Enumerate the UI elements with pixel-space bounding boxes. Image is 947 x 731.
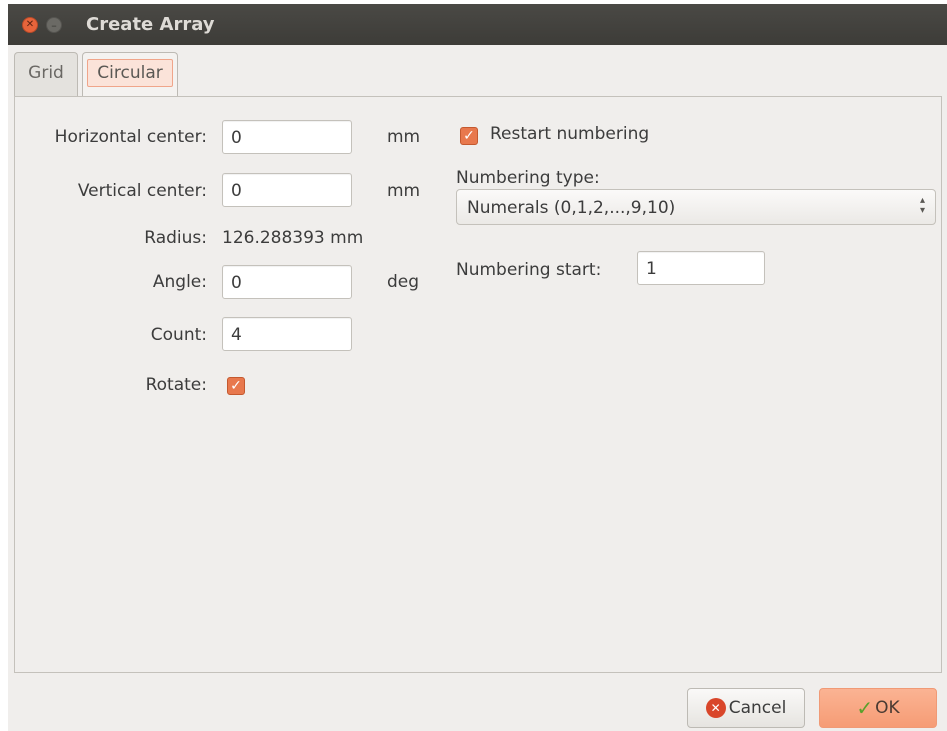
count-label: Count: <box>150 325 207 345</box>
close-icon[interactable]: ✕ <box>22 17 38 33</box>
cancel-button[interactable]: ✕ Cancel <box>687 688 805 728</box>
vertical-center-unit: mm <box>387 181 421 201</box>
create-array-dialog: ✕ – Create Array Grid Circular Horizonta… <box>8 4 947 731</box>
horizontal-center-unit: mm <box>387 127 421 147</box>
tab-circular[interactable]: Circular <box>82 52 178 99</box>
cancel-button-label: Cancel <box>728 698 787 718</box>
tab-grid[interactable]: Grid <box>14 52 78 96</box>
restart-numbering-checkbox[interactable]: ✓ <box>460 127 478 145</box>
tab-grid-label: Grid <box>28 63 64 83</box>
restart-numbering-label[interactable]: Restart numbering <box>490 124 649 144</box>
numbering-type-label: Numbering type: <box>456 168 600 188</box>
angle-unit: deg <box>387 272 420 292</box>
vertical-center-label: Vertical center: <box>77 181 207 201</box>
numbering-start-label: Numbering start: <box>456 260 602 280</box>
title-bar: ✕ – Create Array <box>8 4 947 45</box>
numbering-type-value: Numerals (0,1,2,...,9,10) <box>467 198 676 218</box>
checkmark-icon: ✓ <box>463 128 475 144</box>
rotate-label: Rotate: <box>145 375 207 395</box>
updown-arrows-icon: ▴ ▾ <box>919 195 925 216</box>
checkmark-icon: ✓ <box>230 378 242 394</box>
numbering-type-select[interactable]: Numerals (0,1,2,...,9,10) ▴ ▾ <box>456 189 936 225</box>
numbering-start-input[interactable]: 1 <box>637 251 765 285</box>
horizontal-center-label: Horizontal center: <box>54 127 207 147</box>
circular-panel: Horizontal center: 0 mm Vertical center:… <box>14 96 942 673</box>
angle-label: Angle: <box>152 272 207 292</box>
ok-button[interactable]: ✓ OK <box>819 688 937 728</box>
rotate-checkbox[interactable]: ✓ <box>227 377 245 395</box>
minimize-icon[interactable]: – <box>46 17 62 33</box>
angle-input[interactable]: 0 <box>222 265 352 299</box>
count-input[interactable]: 4 <box>222 317 352 351</box>
cancel-icon: ✕ <box>705 698 726 718</box>
ok-button-label: OK <box>875 698 900 718</box>
tab-bar: Grid Circular <box>14 52 934 99</box>
horizontal-center-input[interactable]: 0 <box>222 120 352 154</box>
tab-circular-label: Circular <box>87 59 173 87</box>
radius-value: 126.288393 mm <box>222 228 364 248</box>
checkmark-icon: ✓ <box>856 696 874 720</box>
radius-label: Radius: <box>144 228 207 248</box>
vertical-center-input[interactable]: 0 <box>222 173 352 207</box>
window-title: Create Array <box>86 14 215 35</box>
